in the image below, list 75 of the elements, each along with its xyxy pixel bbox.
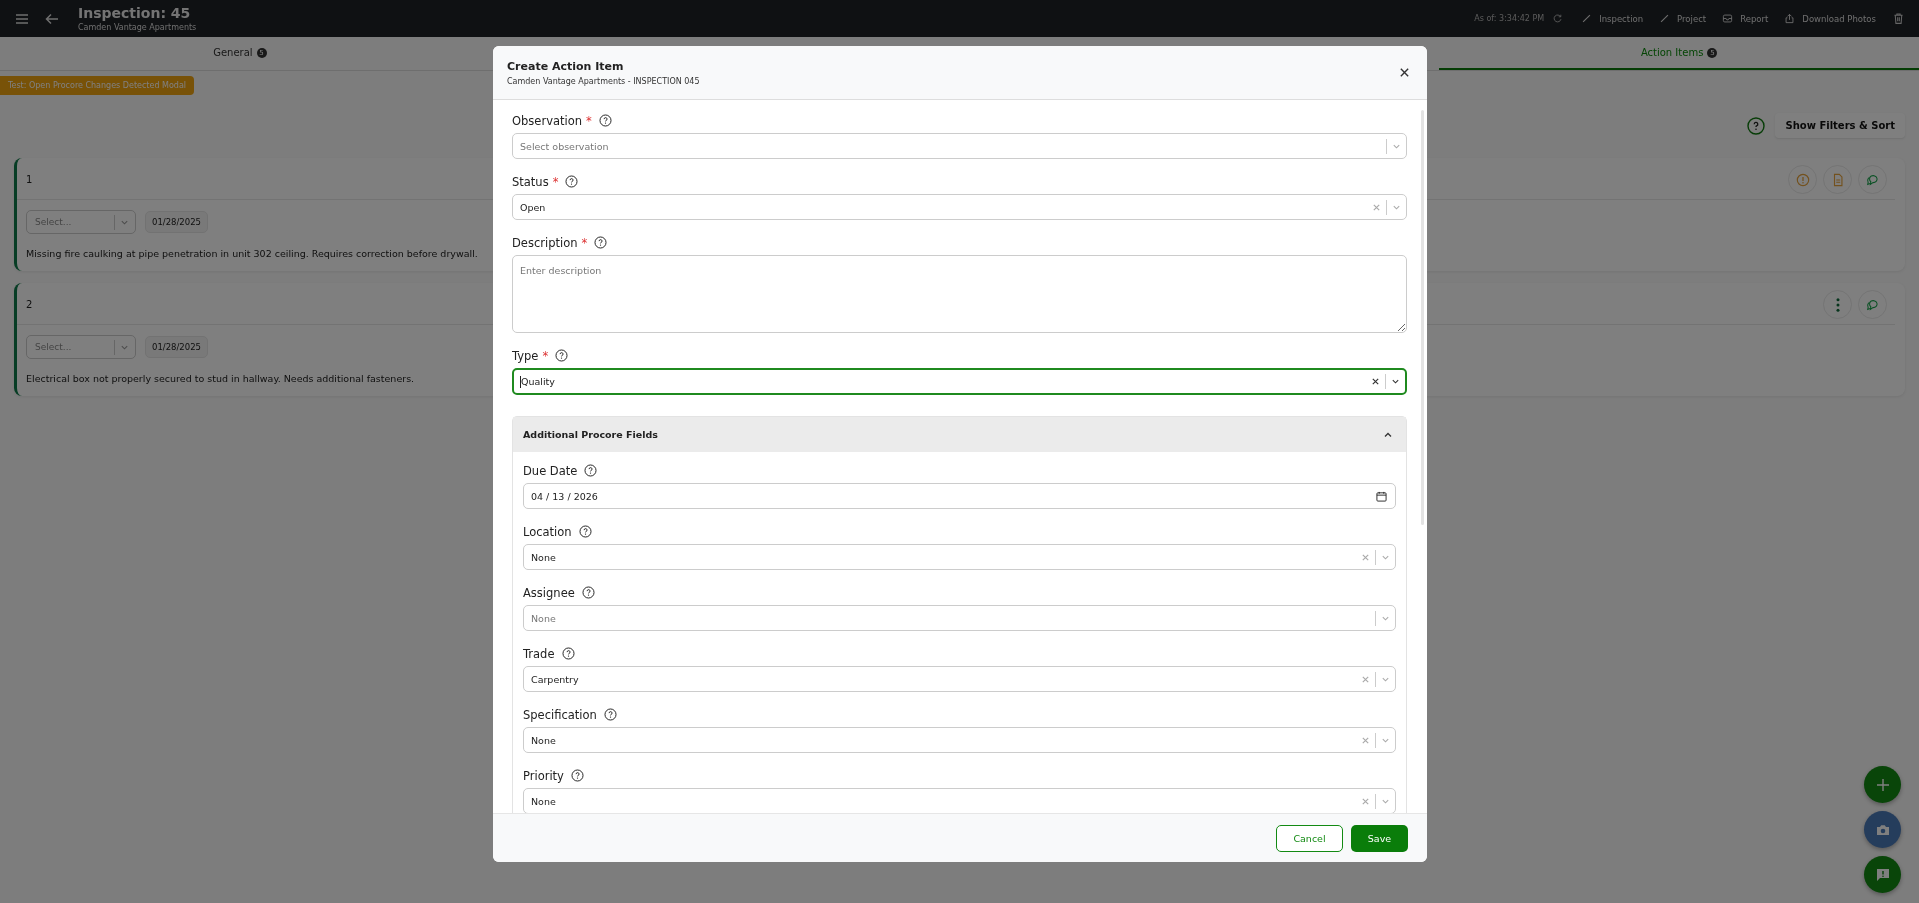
dialog-title: Create Action Item [507, 59, 625, 73]
field-label: Trade [523, 646, 555, 661]
calendar-icon[interactable] [1376, 490, 1387, 502]
trash-icon[interactable] [1892, 12, 1905, 25]
document-button[interactable] [1823, 165, 1852, 194]
upload-icon [1784, 13, 1796, 24]
close-icon[interactable] [1399, 67, 1410, 78]
more-vertical-icon [1835, 297, 1840, 312]
item-description: Electrical box not properly secured to stud in hallway. Needs additional fasteners. [26, 373, 415, 384]
chat-icon [1865, 172, 1880, 187]
help-icon[interactable] [1747, 116, 1766, 135]
help-icon[interactable] [594, 236, 608, 249]
comments-button[interactable] [1858, 165, 1887, 194]
help-icon[interactable] [561, 647, 575, 660]
item-number: 2 [26, 299, 33, 310]
warning-icon [1795, 172, 1810, 187]
help-icon[interactable] [581, 586, 595, 599]
date-chip: 01/28/2025 [145, 336, 208, 358]
select-field[interactable]: None [523, 605, 1396, 631]
tray-icon [1722, 13, 1734, 24]
help-icon[interactable] [570, 769, 584, 782]
item-description: Missing fire caulking at pipe penetration in unit 302 ceiling. Requires correction before drywall. [26, 248, 478, 259]
field-label: Location [523, 524, 572, 539]
required-mark: * [552, 174, 559, 189]
pencil-icon [1581, 13, 1593, 24]
field-label: Status [512, 174, 549, 189]
help-icon[interactable] [565, 175, 579, 188]
camera-button[interactable] [1864, 811, 1901, 848]
item-number: 1 [26, 174, 33, 185]
feedback-icon [1874, 866, 1891, 883]
header-action-button[interactable]: Inspection [1581, 13, 1644, 24]
page-title: Inspection: 45 [78, 4, 192, 22]
cancel-button[interactable]: Cancel [1276, 824, 1343, 852]
plus-icon [1874, 776, 1891, 793]
save-button[interactable]: Save [1351, 824, 1408, 852]
field-label: Observation [512, 113, 583, 128]
field-label: Specification [523, 707, 597, 722]
pencil-icon [1659, 13, 1671, 24]
help-icon[interactable] [584, 464, 598, 477]
chat-icon [1865, 297, 1880, 312]
last-updated-text: As of: 3:34:42 PM [1474, 14, 1545, 23]
refresh-icon[interactable] [1552, 13, 1564, 24]
field-label: Assignee [523, 585, 575, 600]
select-field[interactable]: Select observation [512, 133, 1407, 159]
page-subtitle: Camden Vantage Apartments [78, 22, 197, 33]
alert-button[interactable] [1788, 165, 1817, 194]
required-mark: * [542, 348, 549, 363]
date-chip: 01/28/2025 [145, 211, 208, 233]
field-label: Type [512, 348, 539, 363]
status-select[interactable]: Select... [26, 210, 136, 234]
help-icon[interactable] [598, 114, 612, 127]
dialog-subtitle: Camden Vantage Apartments - INSPECTION 045 [507, 76, 700, 86]
field-label: Description [512, 235, 578, 250]
status-select[interactable]: Select... [26, 335, 136, 359]
more-button[interactable] [1823, 290, 1852, 319]
select-field[interactable]: Quality [512, 368, 1407, 395]
header-action-button[interactable]: Project [1659, 13, 1707, 24]
add-button[interactable] [1864, 766, 1901, 803]
header-action-button[interactable]: Report [1722, 13, 1769, 24]
clear-icon[interactable] [1371, 377, 1380, 386]
help-icon[interactable] [578, 525, 592, 538]
help-icon[interactable] [603, 708, 617, 721]
field-label: Due Date [523, 463, 578, 478]
field-label: Priority [523, 768, 564, 783]
chevron-down-icon[interactable] [1391, 377, 1400, 386]
date-field[interactable]: 04 / 13 / 2026 [523, 483, 1396, 509]
feedback-button[interactable] [1864, 856, 1901, 893]
help-icon[interactable] [555, 349, 569, 362]
description-field[interactable]: Enter description [512, 255, 1407, 333]
section-header[interactable]: Additional Procore Fields [513, 417, 1406, 452]
comments-button[interactable] [1858, 290, 1887, 319]
filters-button[interactable]: Show Filters & Sort [1775, 113, 1905, 138]
header-action-button[interactable]: Download Photos [1784, 13, 1876, 24]
required-mark: * [581, 235, 588, 250]
required-mark: * [586, 113, 592, 128]
